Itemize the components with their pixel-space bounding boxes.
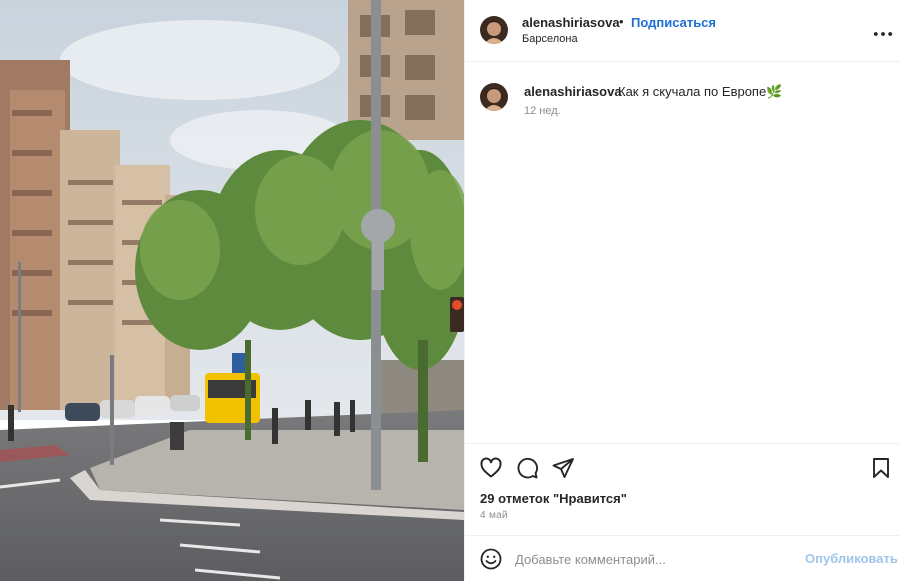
action-bar [465,443,900,491]
likes-count[interactable]: 29 отметок "Нравится" [480,491,627,506]
bookmark-icon[interactable] [869,456,893,480]
post-photo[interactable] [0,0,464,581]
author-avatar[interactable] [480,16,508,44]
add-comment-bar: Опубликовать [465,535,900,581]
street-scene-image [0,0,464,581]
separator-dot: • [619,14,624,29]
publish-button[interactable]: Опубликовать [805,551,898,566]
caption-username[interactable]: alenashiriasova [524,84,622,99]
caption-text: Как я скучала по Европе🌿 [618,84,783,99]
post-location[interactable]: Барселона [522,33,578,45]
post-header: alenashiriasova • Подписаться Барселона [465,0,900,62]
caption-timestamp[interactable]: 12 нед. [524,105,561,117]
heart-icon[interactable] [479,456,503,480]
post-side-panel: alenashiriasova • Подписаться Барселона … [464,0,900,581]
author-username[interactable]: alenashiriasova [522,15,620,30]
paper-plane-icon[interactable] [551,456,575,480]
caption-author-avatar[interactable] [480,83,508,111]
more-horizontal-icon[interactable] [871,22,893,38]
smiley-icon[interactable] [479,547,503,571]
post-date[interactable]: 4 май [480,510,508,521]
follow-button[interactable]: Подписаться [631,15,716,30]
comment-bubble-icon[interactable] [515,456,539,480]
comment-input[interactable] [515,549,795,569]
